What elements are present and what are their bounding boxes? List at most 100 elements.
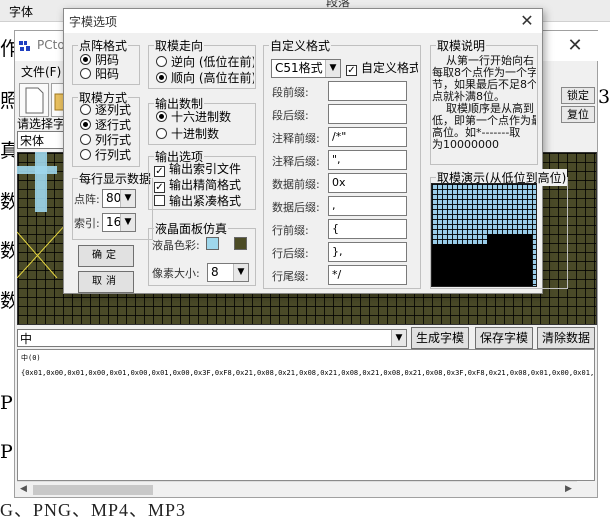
format-value: C51格式 xyxy=(275,61,323,75)
char-input[interactable]: 中 xyxy=(17,329,407,347)
checkbox-label: 输出紧凑格式 xyxy=(169,194,242,208)
chevron-down-icon: ▼ xyxy=(325,60,340,77)
radio-on-icon xyxy=(80,54,91,65)
radio-hex[interactable]: 十六进制数 xyxy=(156,110,231,124)
radio-off-icon xyxy=(80,149,91,160)
line-prefix-input[interactable]: { xyxy=(328,219,407,239)
radio-forward[interactable]: 顺向 (高位在前) xyxy=(156,71,254,85)
field-label: 行尾缀: xyxy=(272,270,309,283)
chevron-down-icon: ▼ xyxy=(233,264,248,281)
radio-positive[interactable]: 阴码 xyxy=(80,53,119,67)
chevron-down-icon: ▼ xyxy=(120,214,135,231)
field-label: 段后缀: xyxy=(272,109,309,122)
ok-button[interactable]: 确定 xyxy=(78,245,134,267)
radio-decimal[interactable]: 十进制数 xyxy=(156,127,219,141)
radio-off-icon xyxy=(156,128,167,139)
checkbox-custom-format[interactable]: ✓ 自定义格式 xyxy=(346,61,418,76)
field-label: 行后缀: xyxy=(272,247,309,260)
check-icon: ✓ xyxy=(154,166,165,177)
reset-button[interactable]: 复位 xyxy=(561,106,595,123)
output-line-data: {0x01,0x00,0x01,0x00,0x01,0x00,0x01,0x00… xyxy=(21,369,595,377)
chevron-down-icon[interactable]: ▼ xyxy=(391,330,406,346)
save-button[interactable]: 保存字模 xyxy=(475,327,533,349)
generate-button[interactable]: 生成字模 xyxy=(411,327,469,349)
close-icon[interactable]: ✕ xyxy=(516,10,538,32)
radio-row-column[interactable]: 行列式 xyxy=(80,148,131,162)
checkbox-label: 输出索引文件 xyxy=(169,162,242,176)
scroll-right-icon[interactable]: ▶ xyxy=(565,484,572,494)
field-label: 行前缀: xyxy=(272,224,309,237)
scroll-left-icon[interactable]: ◀ xyxy=(20,484,27,494)
new-file-icon[interactable] xyxy=(19,83,49,117)
font-options-dialog: 字模选项 ✕ 点阵格式 阴码 阳码 取模方式 逐列式 逐行式 列行式 行列式 每… xyxy=(63,8,569,294)
data-prefix-input[interactable]: 0x xyxy=(328,173,407,193)
doc-bottom-line: G、PNG、MP4、MP3 xyxy=(0,500,187,520)
explain-legend: 取模说明 xyxy=(436,38,487,54)
menu-file[interactable]: 文件(F) xyxy=(21,63,61,80)
index-value: 16 xyxy=(106,215,122,229)
pixel-size-label: 像素大小: xyxy=(152,267,200,280)
dots-select[interactable]: 80 ▼ xyxy=(102,189,136,208)
radio-row[interactable]: 逐行式 xyxy=(80,118,131,132)
comment-prefix-input[interactable]: /*" xyxy=(328,127,407,147)
radio-column[interactable]: 逐列式 xyxy=(80,103,131,117)
line-suffix-input[interactable]: }, xyxy=(328,242,407,262)
checkbox-label: 输出精简格式 xyxy=(169,178,242,192)
demo-grid xyxy=(431,183,537,287)
lcd-color-swatch[interactable] xyxy=(206,237,219,250)
output-text-area[interactable]: 中(0) {0x01,0x00,0x01,0x00,0x01,0x00,0x01… xyxy=(17,349,595,481)
radio-label: 十六进制数 xyxy=(171,110,232,124)
radio-column-row[interactable]: 列行式 xyxy=(80,133,131,147)
index-select[interactable]: 16 ▼ xyxy=(102,213,136,232)
radio-negative[interactable]: 阳码 xyxy=(80,67,119,81)
field-label: 数据前缀: xyxy=(272,178,320,191)
dots-label: 点阵: xyxy=(74,193,100,206)
checkbox-index-file[interactable]: ✓ 输出索引文件 xyxy=(154,162,254,177)
radio-reverse[interactable]: 逆向 (低位在前) xyxy=(156,55,254,69)
data-suffix-input[interactable]: , xyxy=(328,196,407,216)
pixel-size-value: 8 xyxy=(211,265,219,279)
ribbon-font-label: 字体 xyxy=(9,5,34,19)
checkbox-compact[interactable]: ✓ 输出精简格式 xyxy=(154,178,254,193)
per-line-legend: 每行显示数据 xyxy=(78,171,153,187)
custom-format-legend: 自定义格式 xyxy=(269,37,332,54)
check-icon: ✓ xyxy=(154,182,165,193)
direction-legend: 取模走向 xyxy=(154,37,205,54)
checkbox-empty-icon xyxy=(154,195,165,206)
segment-suffix-input[interactable] xyxy=(328,104,407,124)
output-line-comment: 中(0) xyxy=(21,354,41,362)
select-font-label: 请选择字 xyxy=(17,117,66,131)
comment-suffix-input[interactable]: ", xyxy=(328,150,407,170)
checkbox-tight[interactable]: 输出紧凑格式 xyxy=(154,194,254,208)
dialog-titlebar: 字模选项 ✕ xyxy=(64,9,542,33)
app-title: PCto xyxy=(37,38,65,52)
clear-button[interactable]: 清除数据 xyxy=(537,327,595,349)
lcd-dark-color-swatch[interactable] xyxy=(234,237,247,250)
field-label: 段前缀: xyxy=(272,86,309,99)
radio-label: 顺向 (高位在前) xyxy=(171,71,254,85)
lock-button[interactable]: 锁定 xyxy=(561,87,595,104)
scrollbar-thumb[interactable] xyxy=(33,485,153,495)
chevron-down-icon: ▼ xyxy=(120,190,135,207)
pixel-size-select[interactable]: 8 ▼ xyxy=(207,263,249,282)
radio-on-icon xyxy=(80,119,91,130)
field-label: 注释前缀: xyxy=(272,132,320,145)
lcd-color-label: 液晶色彩: xyxy=(152,239,200,252)
cancel-button[interactable]: 取消 xyxy=(78,271,134,293)
close-icon[interactable]: ✕ xyxy=(563,34,587,58)
radio-label: 阴码 xyxy=(95,53,120,67)
horizontal-scrollbar[interactable]: ◀ ▶ xyxy=(17,481,577,497)
line-end-input[interactable]: */ xyxy=(328,265,407,285)
radio-off-icon xyxy=(80,68,91,79)
radio-on-icon xyxy=(156,72,167,83)
app-icon xyxy=(18,39,32,53)
radio-on-icon xyxy=(156,111,167,122)
demo-scan-overlay xyxy=(432,234,532,286)
format-select[interactable]: C51格式 ▼ xyxy=(271,59,341,78)
field-label: 注释后缀: xyxy=(272,155,320,168)
checkbox-label: 自定义格式 xyxy=(361,61,418,75)
segment-prefix-input[interactable] xyxy=(328,81,407,101)
radio-off-icon xyxy=(80,104,91,115)
dots-value: 80 xyxy=(106,191,122,205)
dialog-title: 字模选项 xyxy=(69,15,118,29)
